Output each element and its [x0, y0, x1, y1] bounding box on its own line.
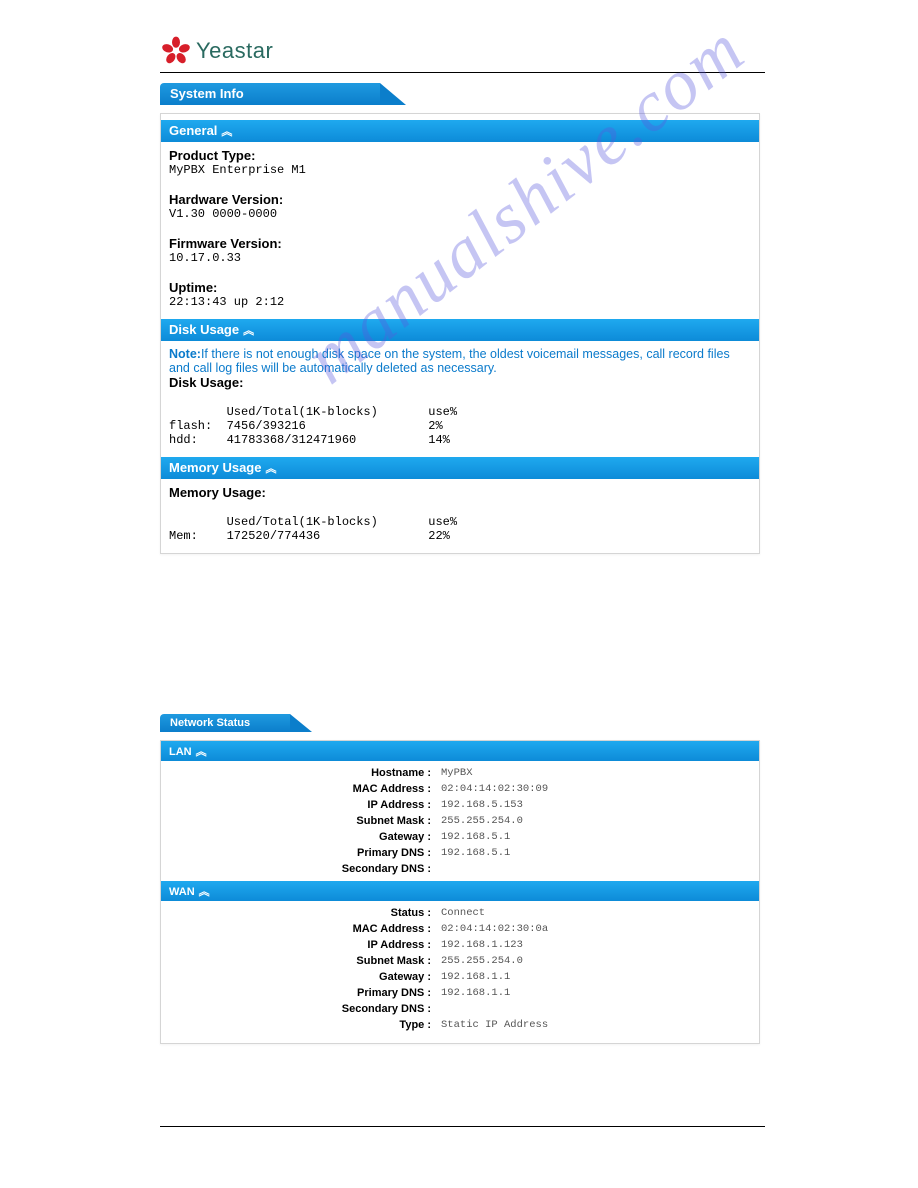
kv-row: Gateway :192.168.5.1: [161, 829, 759, 845]
mem-row: Mem: 172520/774436 22%: [169, 529, 751, 543]
system-info-title: System Info: [170, 86, 244, 101]
kv-value: 255.255.254.0: [435, 953, 523, 969]
kv-label: IP Address :: [161, 937, 435, 953]
kv-row: Subnet Mask :255.255.254.0: [161, 813, 759, 829]
bottom-divider: [160, 1126, 765, 1127]
kv-value: 192.168.1.123: [435, 937, 523, 953]
kv-value: MyPBX: [435, 765, 473, 781]
kv-label: MAC Address :: [161, 781, 435, 797]
kv-label: Hostname :: [161, 765, 435, 781]
product-type-label: Product Type:: [169, 148, 751, 163]
kv-row: Subnet Mask :255.255.254.0: [161, 953, 759, 969]
kv-label: MAC Address :: [161, 921, 435, 937]
kv-label: Secondary DNS :: [161, 1001, 435, 1017]
kv-value: 192.168.5.1: [435, 845, 510, 861]
network-status-panel: LAN︽ Hostname :MyPBXMAC Address :02:04:1…: [160, 740, 760, 1044]
kv-label: Status :: [161, 905, 435, 921]
system-info-tab: System Info: [160, 83, 380, 105]
kv-value: 02:04:14:02:30:09: [435, 781, 548, 797]
kv-row: IP Address :192.168.1.123: [161, 937, 759, 953]
disk-col-head: Used/Total(1K-blocks) use%: [169, 405, 751, 419]
chevron-up-icon: ︽: [265, 463, 276, 475]
kv-row: MAC Address :02:04:14:02:30:0a: [161, 921, 759, 937]
kv-value: 192.168.5.153: [435, 797, 523, 813]
uptime-value: 22:13:43 up 2:12: [169, 295, 751, 309]
kv-label: Type :: [161, 1017, 435, 1033]
lan-rows: Hostname :MyPBXMAC Address :02:04:14:02:…: [161, 761, 759, 881]
hardware-version-value: V1.30 0000-0000: [169, 207, 751, 221]
disk-row-hdd: hdd: 41783368/312471960 14%: [169, 433, 751, 447]
system-info-panel: General︽ Product Type: MyPBX Enterprise …: [160, 113, 760, 554]
kv-row: Secondary DNS :: [161, 1001, 759, 1017]
kv-label: IP Address :: [161, 797, 435, 813]
kv-label: Subnet Mask :: [161, 813, 435, 829]
wan-rows: Status :ConnectMAC Address :02:04:14:02:…: [161, 901, 759, 1037]
kv-row: Primary DNS :192.168.5.1: [161, 845, 759, 861]
kv-value: 192.168.1.1: [435, 969, 510, 985]
kv-value: Static IP Address: [435, 1017, 548, 1033]
general-header[interactable]: General︽: [161, 120, 759, 142]
uptime-label: Uptime:: [169, 280, 751, 295]
kv-row: MAC Address :02:04:14:02:30:09: [161, 781, 759, 797]
kv-row: Gateway :192.168.1.1: [161, 969, 759, 985]
hardware-version-label: Hardware Version:: [169, 192, 751, 207]
network-status-tab: Network Status: [160, 714, 290, 732]
product-type-value: MyPBX Enterprise M1: [169, 163, 751, 177]
kv-row: Hostname :MyPBX: [161, 765, 759, 781]
disk-row-flash: flash: 7456/393216 2%: [169, 419, 751, 433]
firmware-version-label: Firmware Version:: [169, 236, 751, 251]
kv-label: Secondary DNS :: [161, 861, 435, 877]
memory-usage-header[interactable]: Memory Usage︽: [161, 457, 759, 479]
lan-header[interactable]: LAN︽: [161, 741, 759, 761]
mem-col-head: Used/Total(1K-blocks) use%: [169, 515, 751, 529]
kv-value: 192.168.1.1: [435, 985, 510, 1001]
yeastar-icon: [160, 35, 192, 67]
kv-value: 255.255.254.0: [435, 813, 523, 829]
firmware-version-value: 10.17.0.33: [169, 251, 751, 265]
kv-row: IP Address :192.168.5.153: [161, 797, 759, 813]
wan-header[interactable]: WAN︽: [161, 881, 759, 901]
kv-label: Primary DNS :: [161, 845, 435, 861]
kv-value: Connect: [435, 905, 485, 921]
kv-label: Subnet Mask :: [161, 953, 435, 969]
memory-usage-label: Memory Usage:: [169, 485, 751, 500]
top-divider: [160, 72, 765, 73]
chevron-up-icon: ︽: [199, 886, 210, 898]
kv-row: Status :Connect: [161, 905, 759, 921]
chevron-up-icon: ︽: [196, 746, 207, 758]
kv-value: [435, 1001, 441, 1017]
kv-row: Type :Static IP Address: [161, 1017, 759, 1033]
disk-usage-note: Note:If there is not enough disk space o…: [169, 347, 751, 375]
kv-value: 02:04:14:02:30:0a: [435, 921, 548, 937]
kv-label: Gateway :: [161, 969, 435, 985]
kv-row: Secondary DNS :: [161, 861, 759, 877]
kv-label: Primary DNS :: [161, 985, 435, 1001]
kv-value: [435, 861, 441, 877]
chevron-up-icon: ︽: [221, 126, 232, 138]
kv-row: Primary DNS :192.168.1.1: [161, 985, 759, 1001]
kv-label: Gateway :: [161, 829, 435, 845]
network-status-title: Network Status: [170, 717, 250, 729]
disk-usage-label: Disk Usage:: [169, 375, 751, 390]
brand-name: Yeastar: [196, 38, 273, 64]
chevron-up-icon: ︽: [243, 325, 254, 337]
kv-value: 192.168.5.1: [435, 829, 510, 845]
disk-usage-header[interactable]: Disk Usage︽: [161, 319, 759, 341]
brand-logo: Yeastar: [160, 35, 765, 67]
